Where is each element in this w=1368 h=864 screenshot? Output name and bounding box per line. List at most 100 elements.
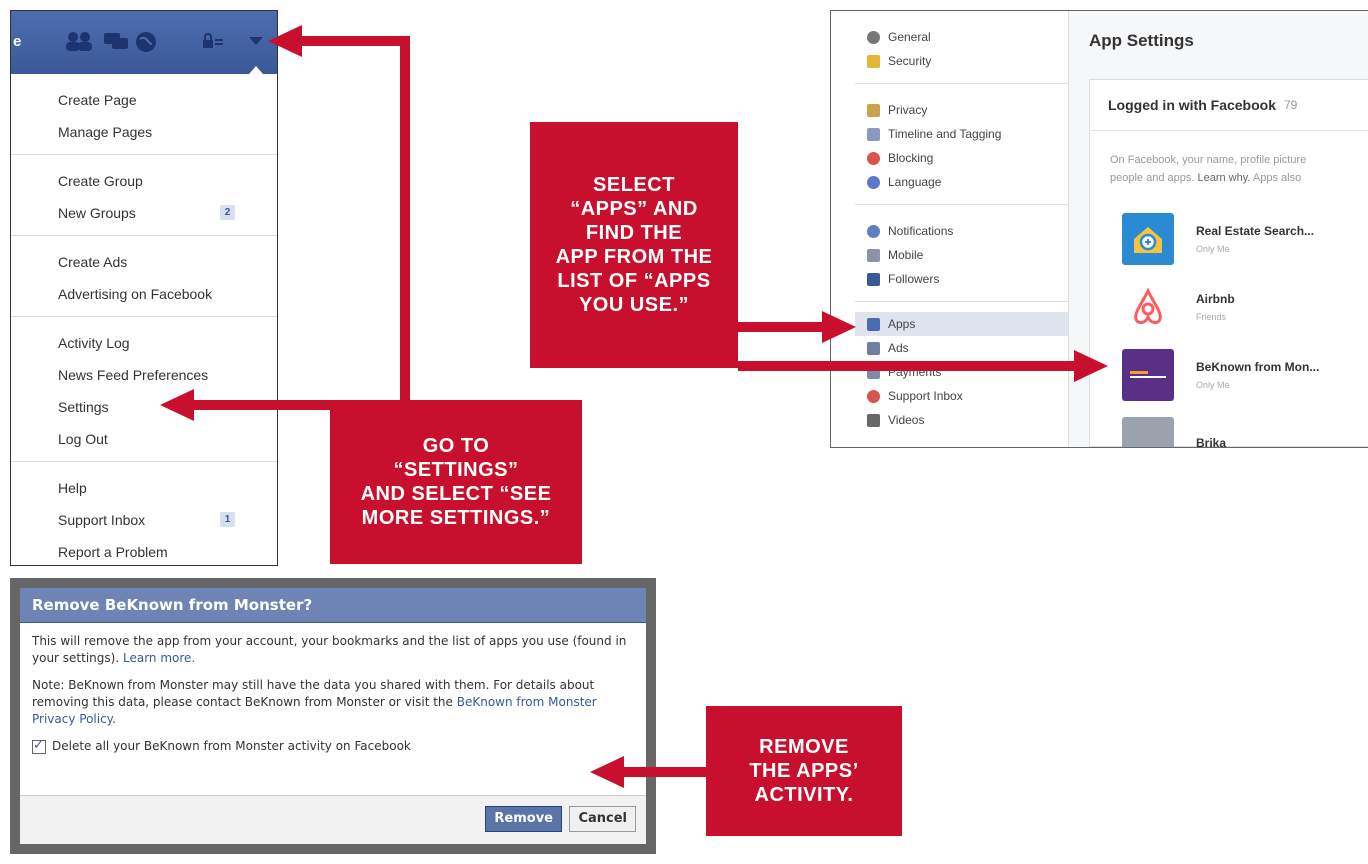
settings-nav-ads[interactable]: Ads bbox=[855, 336, 1068, 360]
menu-item-label: Create Page bbox=[58, 92, 137, 108]
settings-nav-label: Support Inbox bbox=[888, 389, 963, 403]
messages-icon[interactable] bbox=[102, 31, 130, 53]
settings-nav-videos[interactable]: Videos bbox=[855, 408, 1068, 432]
learn-more-link[interactable]: Learn more. bbox=[123, 651, 195, 665]
menu-item-label: Settings bbox=[58, 399, 109, 415]
settings-nav-language[interactable]: Language bbox=[855, 170, 1068, 194]
arrow-to-apps-shaft bbox=[738, 322, 826, 332]
app-name[interactable]: Real Estate Search... bbox=[1196, 224, 1314, 238]
notifications-globe-icon[interactable] bbox=[135, 31, 157, 53]
dialog-title: Remove BeKnown from Monster? bbox=[20, 588, 646, 623]
menu-item-support-inbox[interactable]: Support Inbox 1 bbox=[11, 504, 277, 536]
mobile-icon bbox=[867, 248, 880, 262]
rss-icon bbox=[867, 272, 880, 286]
menu-item-label: Create Ads bbox=[58, 254, 128, 270]
delete-activity-row[interactable]: Delete all your BeKnown from Monster act… bbox=[32, 737, 634, 755]
menu-item-manage-pages[interactable]: Manage Pages bbox=[11, 116, 277, 148]
blocking-icon bbox=[867, 151, 880, 165]
settings-nav-label: Language bbox=[888, 175, 942, 189]
menu-item-activity-log[interactable]: Activity Log bbox=[11, 327, 277, 359]
dialog-footer: Remove Cancel bbox=[20, 795, 646, 844]
menu-item-list: Create Page Manage Pages Create Group New G… bbox=[11, 74, 277, 565]
settings-nav-followers[interactable]: Followers bbox=[855, 267, 1068, 291]
dialog-content: Remove BeKnown from Monster? This will r… bbox=[20, 588, 646, 844]
friend-requests-icon[interactable] bbox=[63, 31, 97, 53]
menu-item-label: Report a Problem bbox=[58, 544, 168, 560]
app-name[interactable]: Brika bbox=[1196, 436, 1226, 447]
privacy-shortcuts-icon[interactable] bbox=[201, 31, 225, 53]
menu-item-create-page[interactable]: Create Page bbox=[11, 84, 277, 116]
settings-nav-notifications[interactable]: Notifications bbox=[855, 219, 1068, 243]
settings-nav-security[interactable]: Security bbox=[855, 49, 1068, 73]
callout-go-to-settings: GO TO “SETTINGS” AND SELECT “SEE MORE SETTI… bbox=[330, 400, 582, 564]
settings-nav-label: Videos bbox=[888, 413, 925, 427]
settings-nav-general[interactable]: General bbox=[855, 25, 1068, 49]
settings-nav-payments[interactable]: Payments bbox=[855, 360, 1068, 384]
settings-nav-blocking[interactable]: Blocking bbox=[855, 146, 1068, 170]
menu-item-label: Manage Pages bbox=[58, 124, 153, 140]
menu-group: Help Support Inbox 1 Report a Problem bbox=[11, 462, 277, 565]
facebook-top-bar: e bbox=[11, 11, 277, 74]
callout-line: “SETTINGS” bbox=[393, 459, 519, 481]
callout-select-apps: SELECT “APPS” AND FIND THE APP FROM THE LIST… bbox=[530, 122, 738, 368]
logged-in-header: Logged in with Facebook 79 bbox=[1090, 80, 1368, 131]
beknown-logo-icon[interactable] bbox=[1122, 349, 1174, 401]
menu-item-news-feed-preferences[interactable]: News Feed Preferences bbox=[11, 359, 277, 391]
app-list-item[interactable]: Airbnb Friends bbox=[1122, 278, 1235, 336]
learn-why-link[interactable]: Learn why. bbox=[1197, 172, 1250, 184]
page-title: App Settings bbox=[1089, 31, 1194, 50]
count-badge: 2 bbox=[220, 205, 235, 220]
remove-button[interactable]: Remove bbox=[485, 806, 562, 832]
menu-item-create-ads[interactable]: Create Ads bbox=[11, 246, 277, 278]
settings-nav-support-inbox[interactable]: Support Inbox bbox=[855, 384, 1068, 408]
house-search-icon[interactable] bbox=[1122, 213, 1174, 265]
brika-logo-icon[interactable] bbox=[1122, 417, 1174, 447]
payments-card-icon bbox=[867, 365, 880, 379]
airbnb-logo-icon[interactable] bbox=[1122, 281, 1174, 333]
app-info: Real Estate Search... Only Me bbox=[1196, 224, 1314, 254]
app-list-item[interactable]: BeKnown from Mon... Only Me bbox=[1122, 346, 1319, 404]
menu-group: Create Group New Groups 2 bbox=[11, 155, 277, 236]
menu-item-advertising-on-facebook[interactable]: Advertising on Facebook bbox=[11, 278, 277, 310]
app-name[interactable]: Airbnb bbox=[1196, 292, 1235, 306]
callout-text: SELECT “APPS” AND FIND THE APP FROM THE LIST… bbox=[556, 173, 713, 317]
security-badge-icon bbox=[867, 54, 880, 68]
settings-nav-label: Notifications bbox=[888, 224, 954, 238]
menu-group: Create Page Manage Pages bbox=[11, 74, 277, 155]
app-name[interactable]: BeKnown from Mon... bbox=[1196, 360, 1319, 374]
menu-item-label: Log Out bbox=[58, 431, 108, 447]
settings-nav-label: General bbox=[888, 30, 931, 44]
app-list-item[interactable]: Brika bbox=[1122, 414, 1226, 447]
settings-nav-apps[interactable]: Apps bbox=[855, 312, 1068, 336]
ads-icon bbox=[867, 341, 880, 355]
menu-item-label: Advertising on Facebook bbox=[58, 286, 213, 302]
callout-line: YOU USE.” bbox=[578, 294, 690, 316]
globe-icon bbox=[867, 175, 880, 189]
settings-nav-group: Privacy Timeline and Tagging Blocking Langu… bbox=[855, 84, 1068, 205]
settings-nav-mobile[interactable]: Mobile bbox=[855, 243, 1068, 267]
callout-line: REMOVE bbox=[759, 736, 849, 758]
settings-nav-label: Timeline and Tagging bbox=[888, 127, 1002, 141]
settings-nav-timeline-and-tagging[interactable]: Timeline and Tagging bbox=[855, 122, 1068, 146]
count-badge: 1 bbox=[220, 512, 235, 527]
settings-nav-label: Privacy bbox=[888, 103, 928, 117]
settings-nav-label: Apps bbox=[888, 317, 916, 331]
settings-nav-privacy[interactable]: Privacy bbox=[855, 98, 1068, 122]
logged-in-apps-card: Logged in with Facebook 79 On Facebook, … bbox=[1089, 79, 1368, 447]
menu-item-new-groups[interactable]: New Groups 2 bbox=[11, 197, 277, 229]
settings-page: General Security Privacy Timeline and Taggi… bbox=[830, 10, 1368, 448]
callout-line: LIST OF “APPS bbox=[557, 270, 711, 292]
menu-item-settings[interactable]: Settings bbox=[11, 391, 277, 423]
callout-text: REMOVE THE APPS’ ACTIVITY. bbox=[749, 735, 858, 807]
menu-item-label: Support Inbox bbox=[58, 512, 146, 528]
menu-item-help[interactable]: Help bbox=[11, 472, 277, 504]
app-privacy: Only Me bbox=[1196, 244, 1230, 254]
settings-nav-label: Ads bbox=[888, 341, 909, 355]
account-dropdown-arrow-icon[interactable] bbox=[249, 37, 263, 47]
menu-item-create-group[interactable]: Create Group bbox=[11, 165, 277, 197]
delete-activity-checkbox[interactable] bbox=[32, 737, 46, 754]
cancel-button[interactable]: Cancel bbox=[569, 806, 636, 832]
app-list-item[interactable]: Real Estate Search... Only Me bbox=[1122, 210, 1314, 268]
menu-item-report-a-problem[interactable]: Report a Problem bbox=[11, 536, 277, 565]
menu-item-log-out[interactable]: Log Out bbox=[11, 423, 277, 455]
